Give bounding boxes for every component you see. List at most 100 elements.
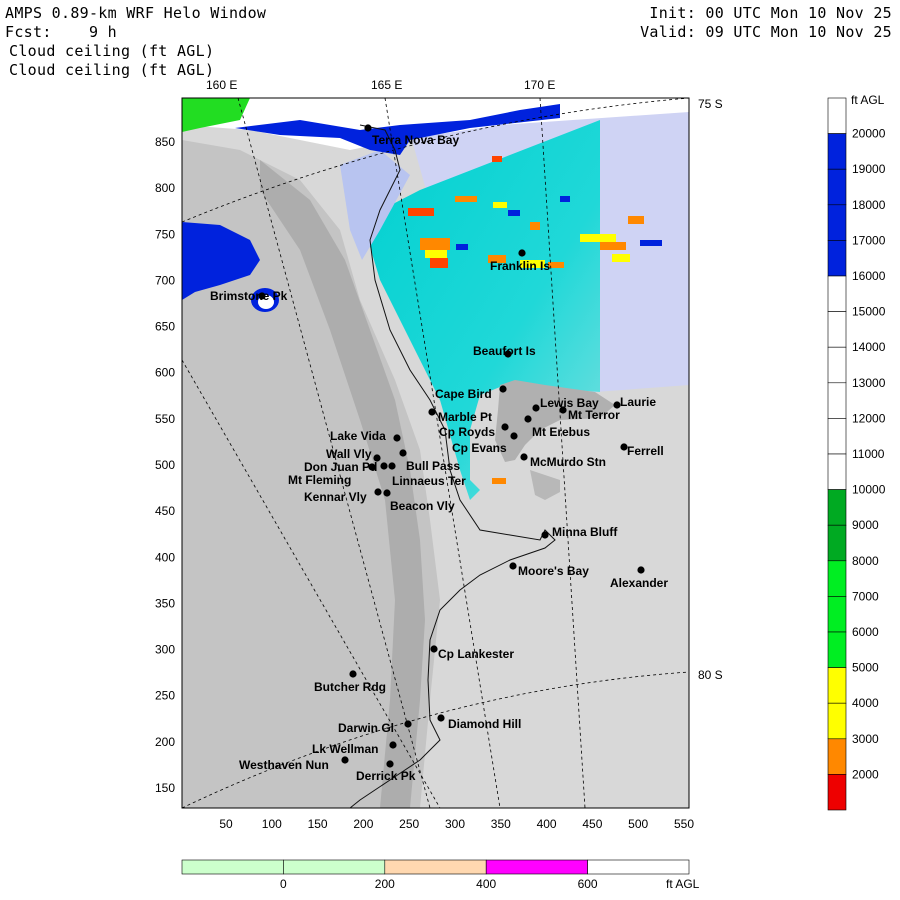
x-tick-350: 350 — [491, 817, 511, 831]
label-alexander: Alexander — [610, 576, 668, 590]
label-mt-fleming: Mt Fleming — [288, 473, 351, 487]
label-laurie: Laurie — [620, 395, 656, 409]
colorbar-segment — [827, 524, 847, 562]
label-diamond-hill: Diamond Hill — [448, 717, 521, 731]
map-canvas: Terra Nova Bay Franklin Is Brimstone Pk Bea… — [155, 93, 886, 891]
x-axis-ticks: 50 100 150 200 250 300 350 400 450 500 550 — [219, 817, 694, 831]
label-lake-vida: Lake Vida — [330, 429, 386, 443]
y-tick-700: 700 — [155, 273, 175, 287]
colorbar-level-4000: 4000 — [852, 696, 879, 710]
label-lk-wellman: Lk Wellman — [312, 742, 378, 756]
label-westhaven-nun: Westhaven Nun — [239, 758, 329, 772]
x-tick-100: 100 — [262, 817, 282, 831]
colorbar-level-6000: 6000 — [852, 625, 879, 639]
x-tick-200: 200 — [353, 817, 373, 831]
y-tick-650: 650 — [155, 320, 175, 334]
marker-bull-pass — [399, 449, 407, 457]
label-cape-bird: Cape Bird — [435, 387, 492, 401]
colorbar-segment — [827, 631, 847, 668]
terrain-bar-label-0: 0 — [280, 877, 287, 891]
marker-linnaeus-ter — [388, 462, 396, 470]
y-tick-300: 300 — [155, 643, 175, 657]
y-tick-500: 500 — [155, 458, 175, 472]
y-tick-450: 450 — [155, 504, 175, 518]
terrain-bar-label-400: 400 — [476, 877, 496, 891]
colorbar-segment — [827, 667, 847, 704]
label-moore-s-bay: Moore's Bay — [518, 564, 589, 578]
marker-darwin-gl — [404, 720, 412, 728]
marker-lewis-bay — [532, 404, 540, 412]
colorbar-segment — [827, 774, 847, 811]
y-tick-550: 550 — [155, 412, 175, 426]
marker-cape-bird — [499, 385, 507, 393]
label-wall-vly: Wall Vly — [326, 447, 372, 461]
marker-lk-wellman — [389, 741, 397, 749]
marker-lake-vida — [393, 434, 401, 442]
colorbar-segment — [827, 204, 847, 241]
colorbar-unit: ft AGL — [851, 93, 885, 107]
colorbar-level-14000: 14000 — [852, 340, 886, 354]
label-terra-nova-bay: Terra Nova Bay — [372, 133, 459, 147]
colorbar-level-5000: 5000 — [852, 661, 879, 675]
y-tick-150: 150 — [155, 781, 175, 795]
terrain-bar-segment — [485, 859, 588, 875]
label-beaufort-is: Beaufort Is — [473, 344, 536, 358]
colorbar-level-8000: 8000 — [852, 554, 879, 568]
label-linnaeus-ter: Linnaeus Ter — [392, 474, 466, 488]
label-bull-pass: Bull Pass — [406, 459, 460, 473]
label-cp-royds: Cp Royds — [439, 425, 495, 439]
marker-kennar-vly — [374, 488, 382, 496]
marker-butcher-rdg — [349, 670, 357, 678]
marker-alexander — [637, 566, 645, 574]
colorbar-segment — [827, 560, 847, 597]
colorbar-segment — [827, 133, 847, 170]
label-darwin-gl: Darwin Gl — [338, 721, 394, 735]
colorbar-segment — [827, 453, 847, 490]
y-axis-ticks: 850 800 750 700 650 600 550 500 450 400 350 300 250 2… — [155, 135, 175, 795]
marker-westhaven-nun — [341, 756, 349, 764]
x-tick-450: 450 — [582, 817, 602, 831]
label-don-juan-pd: Don Juan Pd — [304, 460, 377, 474]
label-derrick-pk: Derrick Pk — [356, 769, 416, 783]
terrain-bar-label-600: 600 — [578, 877, 598, 891]
colorbar-segment — [827, 596, 847, 633]
colorbar-level-19000: 19000 — [852, 162, 886, 176]
x-tick-50: 50 — [219, 817, 233, 831]
marker-terra-nova-bay — [364, 124, 372, 132]
colorbar-level-11000: 11000 — [852, 447, 885, 461]
colorbar-level-3000: 3000 — [852, 732, 879, 746]
x-tick-400: 400 — [537, 817, 557, 831]
colorbar-level-18000: 18000 — [852, 198, 886, 212]
label-brimstone-pk: Brimstone Pk — [210, 289, 288, 303]
colorbar-segment — [827, 97, 847, 134]
label-beacon-vly: Beacon Vly — [390, 499, 455, 513]
colorbar-segment — [827, 382, 847, 419]
colorbar-segment — [827, 418, 847, 455]
marker-cp-royds — [501, 423, 509, 431]
ceiling-colorbar: 20000 19000 18000 17000 16000 15000 14000 13000… — [827, 97, 886, 811]
marker-mt-erebus — [524, 415, 532, 423]
y-tick-750: 750 — [155, 227, 175, 241]
terrain-height-bar: 0 200 400 600 — [181, 859, 690, 891]
map-field — [182, 98, 689, 808]
marker-mcmurdo-stn — [520, 453, 528, 461]
terrain-bar-segment — [587, 859, 690, 875]
colorbar-level-15000: 15000 — [852, 305, 886, 319]
colorbar-segment — [827, 346, 847, 384]
label-mcmurdo-stn: McMurdo Stn — [530, 455, 606, 469]
colorbar-segment — [827, 702, 847, 740]
terrain-bar-segment — [384, 859, 487, 875]
colorbar-level-20000: 20000 — [852, 127, 886, 141]
label-kennar-vly: Kennar Vly — [304, 490, 367, 504]
x-tick-500: 500 — [628, 817, 648, 831]
label-mt-terror: Mt Terror — [568, 408, 620, 422]
label-mt-erebus: Mt Erebus — [532, 425, 590, 439]
terrain-bar-segment — [181, 859, 284, 875]
marker-moore-s-bay — [509, 562, 517, 570]
terrain-bar-unit: ft AGL — [666, 877, 700, 891]
colorbar-segment — [827, 311, 847, 348]
colorbar-level-2000: 2000 — [852, 767, 879, 781]
mcmurdo-spot — [492, 478, 506, 484]
colorbar-level-10000: 10000 — [852, 483, 886, 497]
marker-marble-pt — [428, 408, 436, 416]
